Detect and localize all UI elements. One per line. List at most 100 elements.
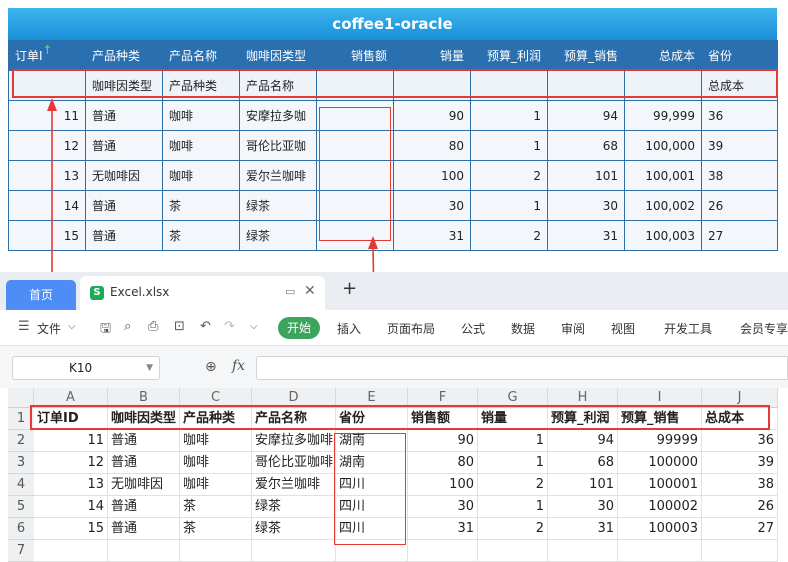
grid-header-order-id[interactable]: 订单I ↑ bbox=[8, 40, 86, 71]
grid-cell[interactable]: 普通 bbox=[85, 190, 163, 221]
data-cell[interactable]: 100 bbox=[408, 474, 478, 496]
data-cell[interactable]: 绿茶 bbox=[252, 518, 336, 540]
function-icon[interactable]: fx bbox=[232, 358, 245, 374]
data-cell[interactable] bbox=[180, 540, 252, 562]
grid-row[interactable]: 11 普通 咖啡 安摩拉多咖 90 1 94 99,999 36 bbox=[8, 100, 778, 131]
grid-cell[interactable]: 咖啡 bbox=[162, 160, 240, 191]
data-cell[interactable]: 茶 bbox=[180, 518, 252, 540]
row-header[interactable]: 7 bbox=[8, 540, 34, 562]
grid-cell[interactable]: 68 bbox=[547, 130, 625, 161]
grid-cell[interactable]: 普通 bbox=[85, 130, 163, 161]
grid-cell[interactable]: 绿茶 bbox=[239, 220, 317, 251]
data-cell[interactable]: 100001 bbox=[618, 474, 702, 496]
grid-header-product[interactable]: 产品名称 bbox=[162, 40, 240, 71]
data-cell[interactable]: 无咖啡因 bbox=[108, 474, 180, 496]
row-header[interactable]: 4 bbox=[8, 474, 34, 496]
grid-cell[interactable]: 1 bbox=[470, 190, 548, 221]
data-cell[interactable] bbox=[252, 540, 336, 562]
sort-ascending-icon[interactable]: ↑ bbox=[42, 43, 52, 57]
data-cell[interactable]: 哥伦比亚咖啡 bbox=[252, 452, 336, 474]
data-cell[interactable]: 39 bbox=[702, 452, 778, 474]
grid-header-category[interactable]: 产品种类 bbox=[85, 40, 163, 71]
data-cell[interactable]: 15 bbox=[34, 518, 108, 540]
data-cell[interactable]: 茶 bbox=[180, 496, 252, 518]
grid-cell[interactable]: 39 bbox=[701, 130, 778, 161]
data-cell[interactable] bbox=[478, 540, 548, 562]
grid-cell[interactable]: 茶 bbox=[162, 220, 240, 251]
tab-home[interactable]: 首页 bbox=[6, 280, 76, 310]
data-cell[interactable] bbox=[34, 540, 108, 562]
grid-header-budget-profit[interactable]: 预算_利润 bbox=[470, 40, 548, 71]
data-cell[interactable]: 27 bbox=[702, 518, 778, 540]
close-tab-icon[interactable]: ✕ bbox=[304, 283, 316, 299]
grid-cell[interactable]: 13 bbox=[8, 160, 86, 191]
data-cell[interactable]: 99999 bbox=[618, 430, 702, 452]
ribbon-tab-developer[interactable]: 开发工具 bbox=[664, 320, 712, 337]
grid-cell[interactable]: 94 bbox=[547, 100, 625, 131]
print-preview-icon[interactable]: ⊡ bbox=[174, 319, 185, 334]
redo-icon[interactable]: ↷ bbox=[224, 319, 235, 334]
data-cell[interactable]: 94 bbox=[548, 430, 618, 452]
start-tab[interactable]: 开始 bbox=[278, 317, 320, 339]
data-cell[interactable]: 1 bbox=[478, 452, 548, 474]
ribbon-tab-member[interactable]: 会员专享 bbox=[740, 320, 788, 337]
data-cell[interactable] bbox=[618, 540, 702, 562]
grid-cell[interactable]: 100,001 bbox=[624, 160, 702, 191]
data-cell[interactable] bbox=[408, 540, 478, 562]
grid-cell[interactable]: 12 bbox=[8, 130, 86, 161]
name-box[interactable]: K10 ▼ bbox=[12, 356, 160, 380]
data-cell[interactable]: 普通 bbox=[108, 430, 180, 452]
grid-header-caffeine[interactable]: 咖啡因类型 bbox=[239, 40, 317, 71]
data-cell[interactable] bbox=[108, 540, 180, 562]
restore-window-icon[interactable]: ▭ bbox=[285, 285, 295, 298]
data-cell[interactable]: 31 bbox=[548, 518, 618, 540]
grid-cell[interactable]: 27 bbox=[701, 220, 778, 251]
row-header[interactable]: 2 bbox=[8, 430, 34, 452]
data-cell[interactable]: 38 bbox=[702, 474, 778, 496]
ribbon-tab-view[interactable]: 视图 bbox=[611, 320, 635, 337]
grid-row[interactable]: 13 无咖啡因 咖啡 爱尔兰咖啡 100 2 101 100,001 38 bbox=[8, 160, 778, 191]
row-header[interactable]: 6 bbox=[8, 518, 34, 540]
grid-cell[interactable]: 茶 bbox=[162, 190, 240, 221]
grid-cell[interactable]: 36 bbox=[701, 100, 778, 131]
grid-row[interactable]: 14 普通茶绿茶 30 1 30 100,002 26 bbox=[8, 190, 778, 221]
grid-cell[interactable]: 15 bbox=[8, 220, 86, 251]
grid-cell[interactable]: 31 bbox=[547, 220, 625, 251]
zoom-search-icon[interactable]: ⊕ bbox=[205, 359, 217, 375]
data-cell[interactable]: 90 bbox=[408, 430, 478, 452]
data-cell[interactable]: 咖啡 bbox=[180, 452, 252, 474]
grid-cell[interactable]: 咖啡 bbox=[162, 130, 240, 161]
grid-cell[interactable]: 100,003 bbox=[624, 220, 702, 251]
grid-cell[interactable]: 2 bbox=[470, 220, 548, 251]
undo-icon[interactable]: ↶ bbox=[200, 319, 211, 334]
ribbon-tab-review[interactable]: 审阅 bbox=[561, 320, 585, 337]
grid-cell[interactable]: 无咖啡因 bbox=[85, 160, 163, 191]
data-cell[interactable]: 100003 bbox=[618, 518, 702, 540]
data-cell[interactable]: 普通 bbox=[108, 496, 180, 518]
data-cell[interactable]: 31 bbox=[408, 518, 478, 540]
data-cell[interactable]: 68 bbox=[548, 452, 618, 474]
grid-cell[interactable]: 100,002 bbox=[624, 190, 702, 221]
tab-excel-file[interactable]: S Excel.xlsx ▭ ✕ bbox=[80, 276, 325, 310]
grid-header-quantity[interactable]: 销量 bbox=[393, 40, 471, 71]
grid-cell[interactable]: 安摩拉多咖 bbox=[239, 100, 317, 131]
chevron-down-icon[interactable]: ▼ bbox=[146, 357, 153, 379]
data-cell[interactable]: 安摩拉多咖啡 bbox=[252, 430, 336, 452]
row-header[interactable]: 3 bbox=[8, 452, 34, 474]
data-cell[interactable]: 2 bbox=[478, 474, 548, 496]
data-cell[interactable]: 爱尔兰咖啡 bbox=[252, 474, 336, 496]
grid-cell[interactable]: 31 bbox=[393, 220, 471, 251]
grid-cell[interactable]: 哥伦比亚咖 bbox=[239, 130, 317, 161]
data-cell[interactable]: 咖啡 bbox=[180, 430, 252, 452]
grid-cell[interactable]: 26 bbox=[701, 190, 778, 221]
grid-header-budget-sales[interactable]: 预算_销售 bbox=[547, 40, 625, 71]
data-cell[interactable]: 26 bbox=[702, 496, 778, 518]
ribbon-tab-formulas[interactable]: 公式 bbox=[461, 320, 485, 337]
grid-cell[interactable]: 80 bbox=[393, 130, 471, 161]
ribbon-tab-data[interactable]: 数据 bbox=[511, 320, 535, 337]
grid-cell[interactable]: 99,999 bbox=[624, 100, 702, 131]
data-cell[interactable]: 13 bbox=[34, 474, 108, 496]
grid-cell[interactable]: 100,000 bbox=[624, 130, 702, 161]
data-cell[interactable] bbox=[548, 540, 618, 562]
grid-cell[interactable]: 咖啡 bbox=[162, 100, 240, 131]
